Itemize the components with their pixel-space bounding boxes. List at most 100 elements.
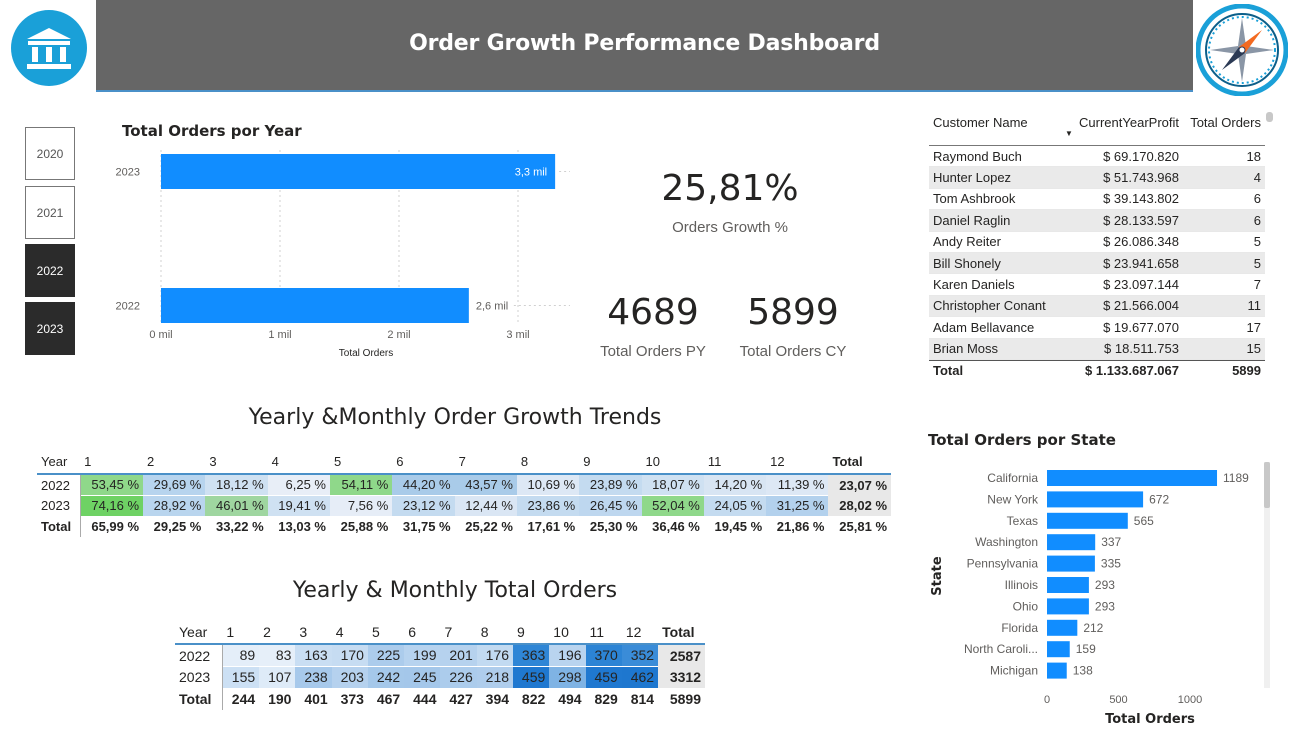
customer-row[interactable]: Daniel Raglin $ 28.133.597 6 xyxy=(929,210,1265,232)
matrix-cell: 89 xyxy=(222,644,260,667)
orders-py-label: Total Orders PY xyxy=(600,343,706,360)
matrix-column-header[interactable]: 7 xyxy=(440,620,477,645)
matrix-total-cell: 814 xyxy=(630,691,655,708)
matrix-total-row: Total 244 190 401 373 467 444 427 394 822 494 829 81… xyxy=(175,688,705,710)
matrix-column-header[interactable]: 11 xyxy=(585,620,622,645)
customer-orders: 15 xyxy=(1246,341,1261,357)
state-bar-chart: California 1189 New York 672 Texas 565 Washing… xyxy=(930,462,1270,727)
matrix-cell: 31,25 % xyxy=(766,495,829,517)
year-bar-data-label: 3,3 mil xyxy=(515,167,547,179)
matrix-cell: 107 xyxy=(259,666,296,689)
state-category-label: North Caroli... xyxy=(964,642,1038,656)
matrix-total-cell: 31,75 % xyxy=(402,519,451,535)
customer-row[interactable]: Andy Reiter $ 26.086.348 5 xyxy=(929,232,1265,253)
matrix-total-cell: 25,88 % xyxy=(340,519,389,535)
customer-row[interactable]: Tom Ashbrook $ 39.143.802 6 xyxy=(929,189,1265,211)
matrix-column-header[interactable]: 5 xyxy=(329,450,393,475)
matrix-column-header[interactable]: 8 xyxy=(516,450,580,475)
matrix-column-header[interactable]: Year xyxy=(175,620,223,645)
matrix-column-header[interactable]: 4 xyxy=(331,620,368,645)
col-current-year-profit[interactable]: CurrentYearProfit ▼ xyxy=(1065,115,1179,138)
matrix-cell: 14,20 % xyxy=(703,474,767,496)
customer-table: Customer Name CurrentYearProfit ▼ Total … xyxy=(929,112,1265,380)
customer-row[interactable]: Hunter Lopez $ 51.743.968 4 xyxy=(929,167,1265,189)
matrix-column-header[interactable]: 5 xyxy=(367,620,405,645)
matrix-column-header[interactable]: 3 xyxy=(205,450,268,475)
year-slicer-2022[interactable]: 2022 xyxy=(25,244,75,297)
matrix-total-cell: 65,99 % xyxy=(91,519,140,535)
state-bar xyxy=(1047,662,1067,679)
matrix-column-header[interactable]: 7 xyxy=(454,450,517,475)
matrix-column-header[interactable]: 10 xyxy=(641,450,704,475)
matrix-cell: 18,12 % xyxy=(205,474,268,496)
orders-cy-label: Total Orders CY xyxy=(739,343,847,360)
state-bar xyxy=(1047,577,1089,593)
matrix-cell: 226 xyxy=(440,666,477,689)
matrix-cell: 163 xyxy=(295,644,332,667)
matrix-total-cell: 401 xyxy=(304,691,328,708)
matrix-row-year: 2023 xyxy=(175,666,223,688)
matrix-cell: 46,01 % xyxy=(205,495,268,517)
matrix-column-header[interactable]: 12 xyxy=(621,620,659,645)
customer-profit: $ 28.133.597 xyxy=(1103,212,1179,228)
customer-row[interactable]: Christopher Conant $ 21.566.004 11 xyxy=(929,295,1265,318)
customer-row[interactable]: Raymond Buch $ 69.170.820 18 xyxy=(929,146,1265,168)
year-slicer-2023[interactable]: 2023 xyxy=(25,302,75,355)
state-category-label: Pennsylvania xyxy=(967,557,1039,571)
year-slicer-2020[interactable]: 2020 xyxy=(25,127,75,180)
matrix-total-cell: 25,81 % xyxy=(839,519,887,534)
matrix-column-header[interactable]: 4 xyxy=(267,450,330,475)
state-bar-data-label: 138 xyxy=(1073,664,1093,678)
state-bar xyxy=(1047,641,1070,658)
state-bar xyxy=(1047,512,1128,529)
matrix-total-cell: 29,25 % xyxy=(153,519,202,535)
matrix-total-cell: 33,22 % xyxy=(215,519,264,535)
year-slicer-2021[interactable]: 2021 xyxy=(25,186,75,239)
matrix-column-header[interactable]: 10 xyxy=(549,620,586,645)
matrix-total-cell: 829 xyxy=(594,691,618,708)
col-total-orders[interactable]: Total Orders xyxy=(1179,115,1261,130)
matrix-row: 2022 89 83 163 170 225 199 201 176 363 196 370 352 25… xyxy=(175,644,705,667)
year-bar-2022 xyxy=(161,288,469,323)
matrix-column-header[interactable]: 3 xyxy=(295,620,332,645)
matrix-column-header[interactable]: Total xyxy=(828,450,891,475)
col-customer-name[interactable]: Customer Name xyxy=(929,115,1067,130)
total-profit: $ 1.133.687.067 xyxy=(1085,362,1179,378)
matrix-column-header[interactable]: 2 xyxy=(259,620,296,645)
state-bar xyxy=(1047,534,1096,551)
matrix-cell: 44,20 % xyxy=(392,474,455,496)
state-bar-data-label: 293 xyxy=(1095,599,1115,613)
state-category-label: Texas xyxy=(1007,514,1038,528)
customer-row[interactable]: Brian Moss $ 18.511.753 15 xyxy=(929,338,1265,360)
customer-row[interactable]: Bill Shonely $ 23.941.658 5 xyxy=(929,252,1265,275)
matrix-cell: 23,86 % xyxy=(516,495,580,517)
customer-row[interactable]: Adam Bellavance $ 19.677.070 17 xyxy=(929,317,1265,339)
matrix-cell: 196 xyxy=(549,644,586,667)
customer-name: Daniel Raglin xyxy=(933,212,1011,228)
matrix-column-header[interactable]: 9 xyxy=(513,620,550,645)
customer-orders: 6 xyxy=(1253,191,1261,207)
matrix-column-header[interactable]: 9 xyxy=(579,450,642,475)
matrix-cell: 23,89 % xyxy=(579,474,642,496)
customer-row[interactable]: Karen Daniels $ 23.097.144 7 xyxy=(929,274,1265,296)
matrix-column-header[interactable]: 1 xyxy=(80,450,144,475)
matrix-column-header[interactable]: 6 xyxy=(404,620,441,645)
page-title: Order Growth Performance Dashboard xyxy=(409,31,880,56)
matrix-column-header[interactable]: 11 xyxy=(703,450,767,475)
matrix-total-cell: 25,22 % xyxy=(465,519,513,535)
year-chart-x-tick: 2 mil xyxy=(387,329,410,341)
matrix-total-label: Total xyxy=(175,688,223,710)
matrix-cell: 238 xyxy=(295,666,332,689)
matrix-cell: 155 xyxy=(222,666,260,689)
matrix-column-header[interactable]: Year xyxy=(37,450,81,475)
matrix-cell: 6,25 % xyxy=(267,474,330,496)
matrix-column-header[interactable]: 8 xyxy=(476,620,514,645)
matrix-column-header[interactable]: 6 xyxy=(392,450,455,475)
table-scrollbar[interactable] xyxy=(1266,112,1273,122)
matrix-column-header[interactable]: Total xyxy=(658,620,705,645)
matrix-column-header[interactable]: 1 xyxy=(222,620,260,645)
matrix-column-header[interactable]: 2 xyxy=(143,450,206,475)
total-label: Total xyxy=(933,362,964,378)
matrix-column-header[interactable]: 12 xyxy=(766,450,829,475)
state-bar xyxy=(1047,555,1095,572)
